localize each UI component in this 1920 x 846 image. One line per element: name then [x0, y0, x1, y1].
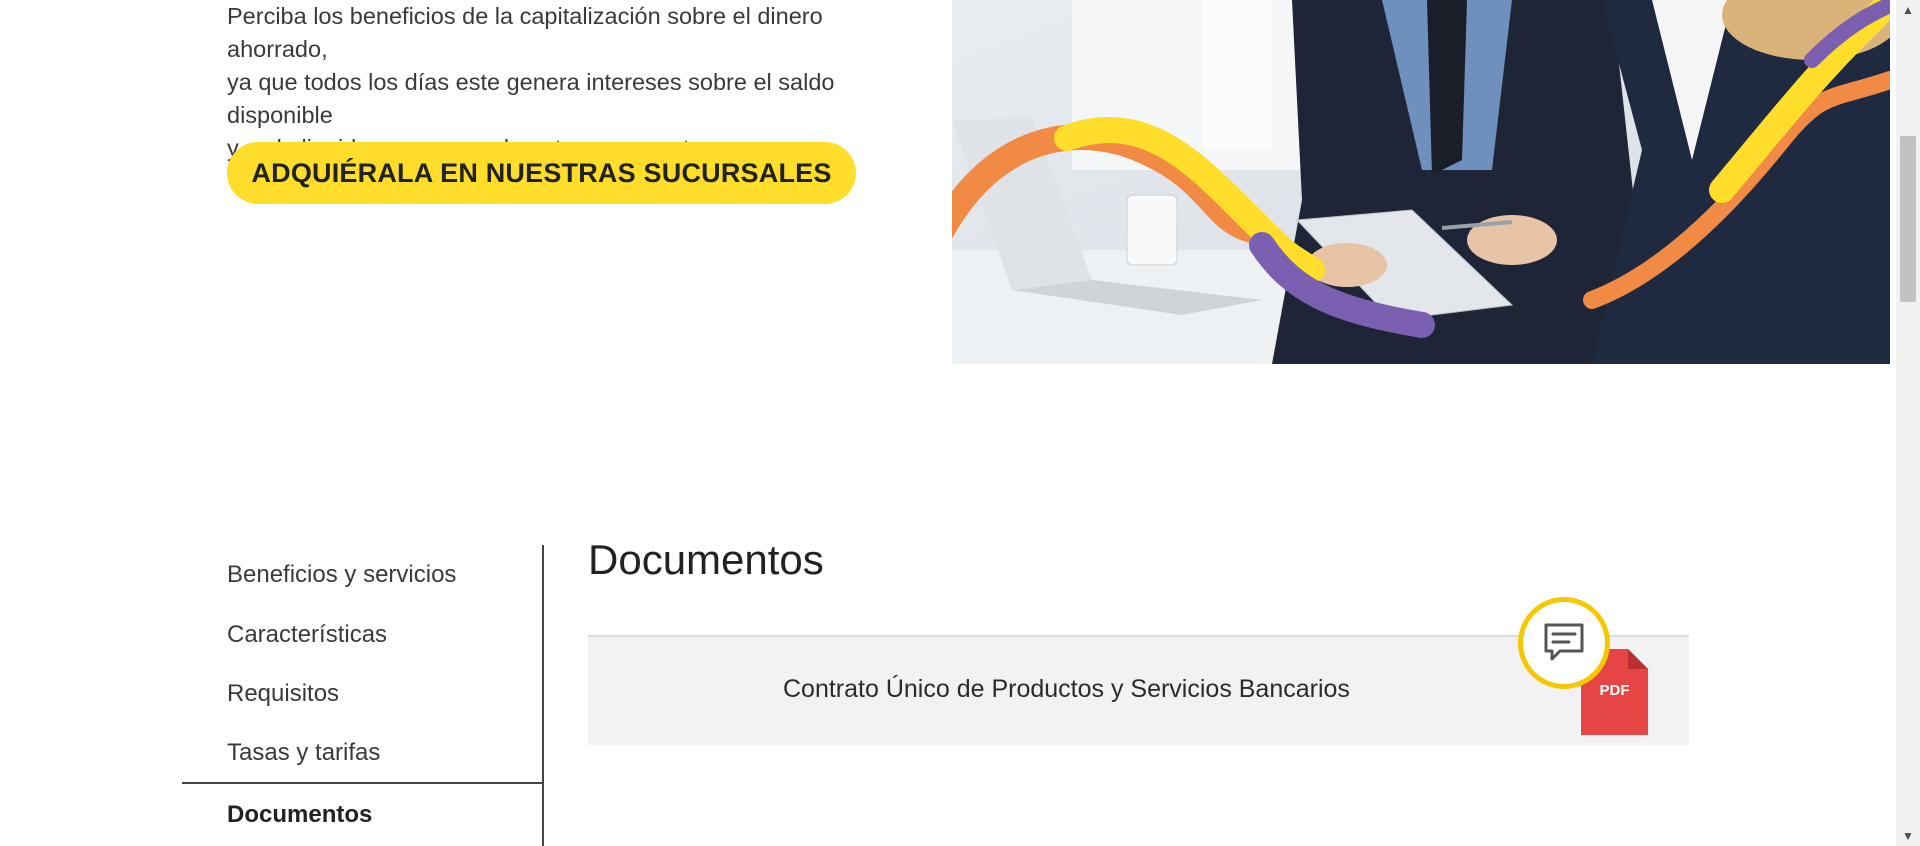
- chat-bubble-icon: [1544, 623, 1584, 661]
- nav-item-beneficios[interactable]: Beneficios y servicios: [227, 561, 456, 589]
- nav-item-tasas[interactable]: Tasas y tarifas: [227, 739, 380, 767]
- nav-divider: [182, 782, 542, 784]
- intro-line: Perciba los beneficios de la capitalizac…: [227, 3, 823, 62]
- page-scrollbar[interactable]: ▲ ▼: [1896, 0, 1920, 846]
- pdf-label: PDF: [1599, 682, 1630, 699]
- scrollbar-thumb[interactable]: [1900, 136, 1916, 302]
- arrow-up-icon[interactable]: ▲: [1896, 0, 1920, 20]
- nav-item-caracteristicas[interactable]: Características: [227, 621, 387, 649]
- acquire-in-branches-button[interactable]: ADQUIÉRALA EN NUESTRAS SUCURSALES: [227, 142, 856, 204]
- arrow-down-icon[interactable]: ▼: [1896, 826, 1920, 846]
- documents-title: Documentos: [588, 536, 824, 583]
- nav-item-documentos[interactable]: Documentos: [227, 801, 372, 829]
- intro-text: Perciba los beneficios de la capitalizac…: [227, 0, 927, 165]
- document-link[interactable]: Contrato Único de Productos y Servicios …: [783, 675, 1350, 704]
- intro-line: ya que todos los días este genera intere…: [227, 69, 835, 128]
- hero-image: [952, 0, 1890, 364]
- side-navigation: Beneficios y servicios Características R…: [182, 545, 544, 846]
- chat-button[interactable]: [1518, 597, 1610, 689]
- nav-item-requisitos[interactable]: Requisitos: [227, 680, 339, 708]
